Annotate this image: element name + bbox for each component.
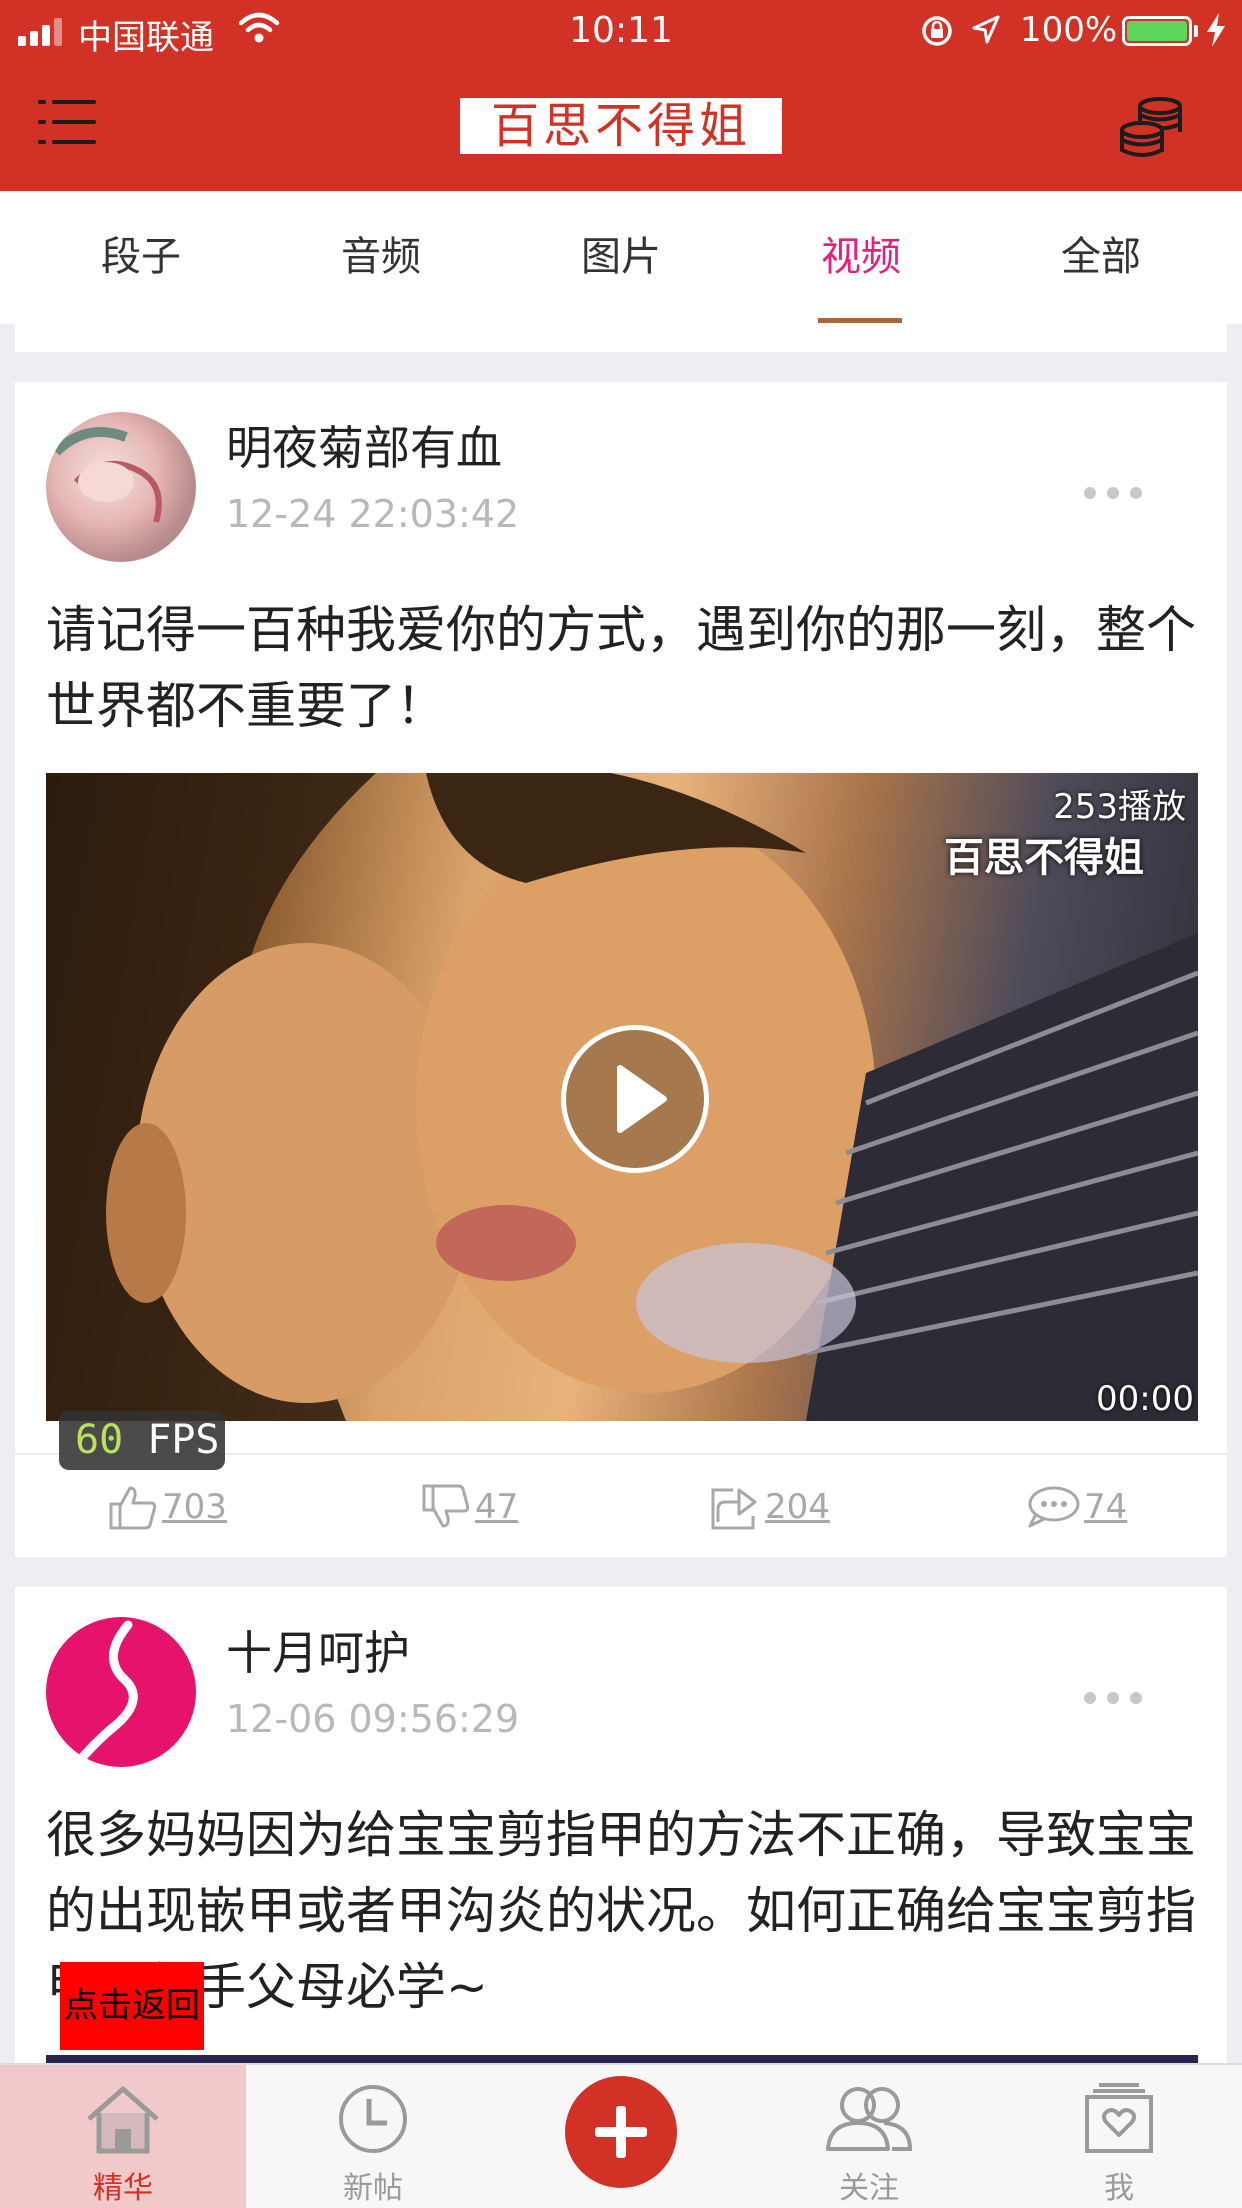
video-player[interactable]: 253播放 百思不得姐 00:00: [46, 773, 1198, 1421]
video-duration: 00:00: [1096, 1379, 1194, 1419]
coins-icon[interactable]: [1118, 96, 1184, 158]
previous-card-edge: [15, 324, 1227, 352]
play-button[interactable]: [561, 1025, 709, 1173]
top-bar: 中国联通 10:11 100% 百思不得姐: [0, 0, 1242, 191]
more-options-icon[interactable]: [1078, 1681, 1148, 1711]
tab-audio[interactable]: 音频: [261, 191, 501, 324]
tabbar-label: 我: [1104, 2171, 1134, 2206]
profile-icon: [1085, 2083, 1153, 2153]
comment-button[interactable]: 74: [1026, 1455, 1127, 1559]
avatar[interactable]: [46, 412, 196, 562]
post-text: 请记得一百种我爱你的方式，遇到你的那一刻，整个世界都不重要了！: [46, 601, 1196, 735]
menu-button[interactable]: [38, 98, 96, 148]
app-logo: 百思不得姐: [460, 98, 782, 154]
video-player[interactable]: [46, 2055, 1198, 2063]
username[interactable]: 明夜菊部有血: [226, 412, 502, 478]
status-bar: 中国联通 10:11 100%: [0, 0, 1242, 62]
publish-button[interactable]: [565, 2076, 677, 2188]
rotation-lock-icon: [922, 16, 952, 46]
tabbar-label: 关注: [839, 2171, 899, 2206]
comment-count: 74: [1084, 1487, 1128, 1527]
like-count: 703: [162, 1487, 227, 1527]
post-time: 12-24 22:03:42: [226, 492, 520, 536]
home-icon: [87, 2086, 159, 2154]
location-icon: [972, 15, 1000, 44]
post-card: 明夜菊部有血 12-24 22:03:42 请记得一百种我爱你的方式，遇到你的那…: [15, 382, 1227, 1557]
thumbs-up-icon: [109, 1486, 157, 1530]
comment-icon: [1028, 1486, 1080, 1528]
tab-video[interactable]: 视频: [741, 191, 981, 324]
fps-unit: FPS: [147, 1417, 220, 1463]
dislike-count: 47: [475, 1487, 519, 1527]
tabbar-item-follow[interactable]: 关注: [746, 2065, 992, 2208]
battery-percent: 100%: [1020, 10, 1118, 50]
tabbar-label: 精华: [93, 2171, 153, 2206]
post-time: 12-06 09:56:29: [226, 1697, 520, 1741]
like-button[interactable]: 703: [108, 1455, 227, 1559]
tabbar-label: 新帖: [343, 2171, 403, 2206]
category-tabs: 段子 音频 图片 视频 全部: [0, 191, 1242, 324]
tab-all[interactable]: 全部: [981, 191, 1221, 324]
clock-icon: [339, 2085, 407, 2153]
more-options-icon[interactable]: [1078, 476, 1148, 506]
battery-icon: [1122, 16, 1192, 46]
share-count: 204: [765, 1487, 830, 1527]
username[interactable]: 十月呵护: [226, 1617, 410, 1683]
active-tab-indicator: [818, 318, 902, 323]
back-button[interactable]: 点击返回: [60, 1962, 204, 2050]
share-button[interactable]: 204: [709, 1455, 830, 1559]
tabbar-item-essence[interactable]: 精华: [0, 2065, 246, 2208]
tabbar-item-new[interactable]: 新帖: [250, 2065, 496, 2208]
video-watermark: 百思不得姐: [944, 835, 1144, 881]
battery-tip: [1194, 25, 1198, 37]
tab-jokes[interactable]: 段子: [21, 191, 261, 324]
thumbs-down-icon: [422, 1484, 470, 1528]
fps-value: 60: [75, 1417, 124, 1463]
tab-pictures[interactable]: 图片: [501, 191, 741, 324]
post-text: 很多妈妈因为给宝宝剪指甲的方法不正确，导致宝宝的出现嵌甲或者甲沟炎的状况。如何正…: [46, 1806, 1196, 2016]
share-icon: [711, 1488, 757, 1530]
play-count: 253播放: [1053, 787, 1186, 827]
tabbar-item-me[interactable]: 我: [996, 2065, 1242, 2208]
dislike-button[interactable]: 47: [421, 1455, 518, 1559]
avatar[interactable]: [46, 1617, 196, 1767]
charging-icon: [1207, 13, 1225, 47]
fps-counter: 60 FPS: [59, 1411, 225, 1470]
friends-icon: [826, 2087, 913, 2151]
